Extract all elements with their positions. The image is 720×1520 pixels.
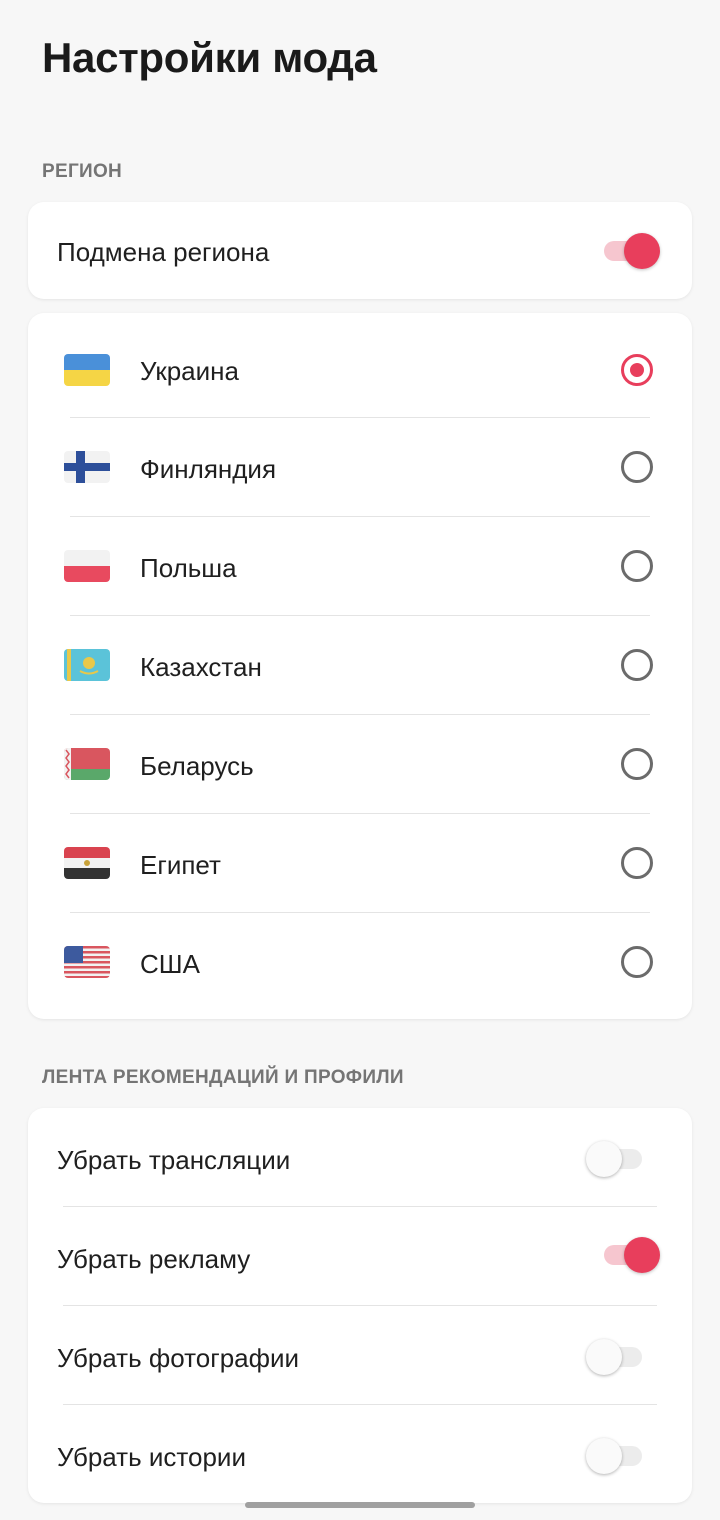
country-label: Беларусь <box>140 751 254 781</box>
country-label: Финляндия <box>140 454 277 484</box>
belarus-flag-icon <box>64 748 110 780</box>
country-label: Египет <box>140 850 221 880</box>
country-row-usa[interactable]: США <box>28 913 692 1019</box>
toggle-row-label: Убрать рекламу <box>57 1244 251 1274</box>
country-label: США <box>140 949 200 979</box>
toggle-row-stories[interactable]: Убрать истории <box>28 1405 692 1503</box>
country-label: Казахстан <box>140 652 262 682</box>
photos-toggle[interactable] <box>586 1339 646 1375</box>
country-radio-belarus[interactable] <box>621 748 653 780</box>
country-row-belarus[interactable]: Беларусь <box>28 715 692 813</box>
country-row-ukraine[interactable]: Украина <box>28 313 692 417</box>
region-spoof-card: Подмена региона <box>28 202 692 299</box>
home-indicator[interactable] <box>245 1502 475 1508</box>
country-radio-finland[interactable] <box>621 451 653 483</box>
usa-flag-icon <box>64 946 110 978</box>
broadcasts-toggle[interactable] <box>586 1141 646 1177</box>
stories-toggle[interactable] <box>586 1438 646 1474</box>
egypt-flag-icon <box>64 847 110 879</box>
country-row-kazakhstan[interactable]: Казахстан <box>28 616 692 714</box>
country-radio-ukraine[interactable] <box>621 354 653 386</box>
toggle-row-ads[interactable]: Убрать рекламу <box>28 1207 692 1305</box>
country-radio-kazakhstan[interactable] <box>621 649 653 681</box>
toggle-row-label: Убрать фотографии <box>57 1343 300 1373</box>
country-radio-poland[interactable] <box>621 550 653 582</box>
kazakhstan-flag-icon <box>64 649 110 681</box>
country-row-poland[interactable]: Польша <box>28 517 692 615</box>
poland-flag-icon <box>64 550 110 582</box>
region-spoof-label: Подмена региона <box>57 237 270 267</box>
toggle-row-broadcasts[interactable]: Убрать трансляции <box>28 1108 692 1206</box>
country-list-card: Украина Финляндия Польша Казахстан Белар… <box>28 313 692 1019</box>
country-label: Польша <box>140 553 237 583</box>
region-spoof-row[interactable]: Подмена региона <box>28 202 692 299</box>
toggle-row-photos[interactable]: Убрать фотографии <box>28 1306 692 1404</box>
country-row-finland[interactable]: Финляндия <box>28 418 692 516</box>
section-header-region: РЕГИОН <box>42 161 123 182</box>
feed-settings-card: Убрать трансляции Убрать рекламу Убрать … <box>28 1108 692 1503</box>
ads-toggle[interactable] <box>600 1237 660 1273</box>
page-title: Настройки мода <box>42 34 377 81</box>
country-label: Украина <box>140 356 239 386</box>
ukraine-flag-icon <box>64 354 110 386</box>
section-header-feed: ЛЕНТА РЕКОМЕНДАЦИЙ И ПРОФИЛИ <box>42 1067 404 1088</box>
country-radio-egypt[interactable] <box>621 847 653 879</box>
toggle-row-label: Убрать трансляции <box>57 1145 291 1175</box>
region-spoof-toggle[interactable] <box>600 233 660 269</box>
country-radio-usa[interactable] <box>621 946 653 978</box>
finland-flag-icon <box>64 451 110 483</box>
toggle-row-label: Убрать истории <box>57 1442 246 1472</box>
country-row-egypt[interactable]: Египет <box>28 814 692 912</box>
